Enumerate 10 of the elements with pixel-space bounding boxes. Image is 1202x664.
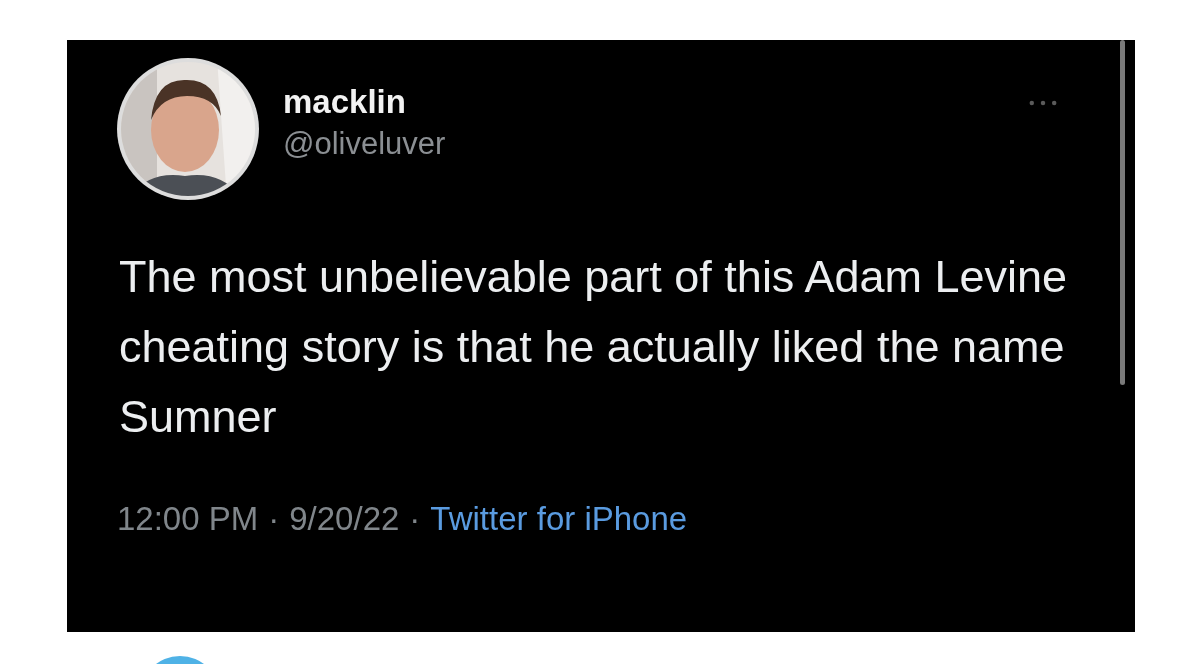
tweet-meta: 9/20/22 [289, 500, 400, 538]
display-name: macklin [283, 82, 407, 122]
more-icon[interactable] [1029, 100, 1057, 106]
separator: · [268, 500, 280, 538]
separator: · [409, 500, 421, 538]
tweet-meta: 12:00 PM [117, 500, 259, 538]
tweet-text: The most unbelievable part of this Adam Levine cheating story is that he actually liked the name Sumner [119, 250, 1069, 444]
source-link[interactable]: Twitter for iPhone [430, 500, 688, 538]
scrollbar[interactable] [1120, 40, 1125, 385]
username: @oliveluver [283, 125, 446, 163]
